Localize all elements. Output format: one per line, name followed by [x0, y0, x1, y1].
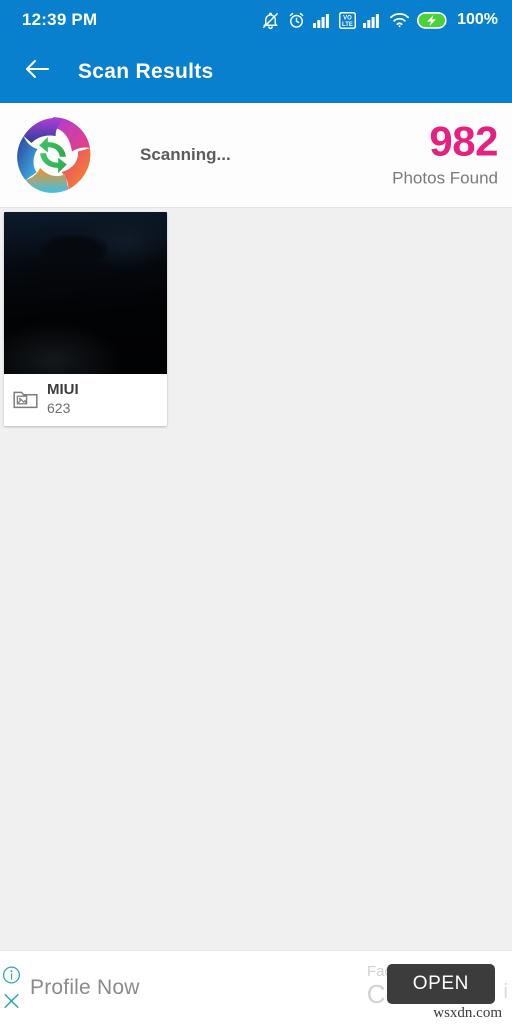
alarm-clock-icon [287, 11, 306, 30]
open-button[interactable]: OPEN [386, 964, 495, 1004]
svg-text:VO: VO [343, 15, 352, 21]
results-grid: MIUI 623 [0, 208, 512, 950]
photos-found-block: 982 Photos Found [392, 117, 498, 189]
folder-text: MIUI 623 [47, 381, 79, 416]
page-title: Scan Results [78, 59, 214, 83]
scan-status-text: Scanning... [140, 145, 231, 164]
scan-summary-bar: Scanning... 982 Photos Found [0, 103, 512, 208]
app-refresh-logo-icon [10, 112, 96, 198]
signal-bars-icon [313, 12, 332, 28]
battery-percent-label: 100% [457, 11, 498, 28]
volte-icon: VO LTE [339, 11, 357, 29]
signal-bars-2-icon [363, 12, 382, 28]
svg-text:LTE: LTE [342, 22, 353, 28]
status-bar: 12:39 PM VO LTE 100% [0, 0, 512, 40]
back-button[interactable] [24, 59, 50, 85]
photos-found-label: Photos Found [392, 168, 498, 188]
battery-charging-icon [417, 11, 448, 29]
ad-banner[interactable]: Profile Now Fac Co i OPEN wsxdn.com [0, 950, 512, 1024]
ad-badges [2, 965, 21, 1010]
app-bar: Scan Results [0, 40, 512, 103]
info-circle-icon[interactable] [2, 965, 21, 984]
photo-folder-icon [13, 388, 38, 410]
ad-headline: Profile Now [30, 975, 140, 999]
close-x-icon[interactable] [2, 991, 21, 1010]
photos-found-count: 982 [429, 117, 498, 165]
ad-right-region: Fac Co i OPEN wsxdn.com [322, 951, 512, 1024]
watermark-label: wsxdn.com [433, 1005, 502, 1021]
arrow-left-icon [24, 58, 50, 85]
phone-screen: 12:39 PM VO LTE 100% Scan Results Scanni… [0, 0, 512, 1024]
bell-off-icon [261, 11, 280, 30]
folder-name: MIUI [47, 381, 79, 398]
folder-meta: MIUI 623 [4, 374, 167, 426]
status-bar-icons: VO LTE 100% [261, 11, 498, 30]
status-bar-clock: 12:39 PM [22, 10, 98, 29]
list-item[interactable]: MIUI 623 [4, 212, 167, 426]
wifi-icon [389, 12, 410, 28]
folder-count: 623 [47, 399, 71, 416]
folder-thumbnail [4, 212, 167, 374]
ad-edge-text: i [503, 981, 508, 1003]
